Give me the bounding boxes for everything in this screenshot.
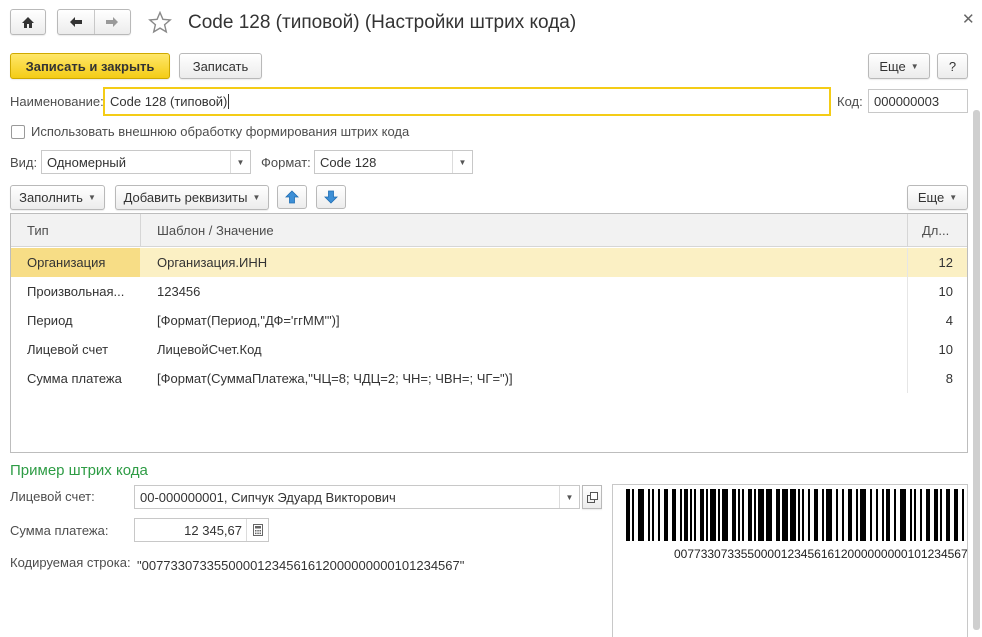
arrow-left-icon [69, 17, 82, 27]
encoded-label: Кодируемая строка: [10, 555, 131, 570]
add-attributes-button[interactable]: Добавить реквизиты ▼ [115, 185, 269, 210]
cell-type[interactable]: Произвольная... [27, 284, 124, 299]
table-row[interactable]: Произвольная... 123456 10 [11, 277, 967, 306]
arrow-up-icon [285, 190, 299, 204]
text-cursor [228, 94, 230, 109]
column-divider [907, 306, 908, 335]
cell-template[interactable]: [Формат(Период,"ДФ='ггММ'")] [157, 313, 340, 328]
calculator-icon[interactable] [246, 519, 268, 541]
format-select-value: Code 128 [320, 154, 377, 170]
column-divider [907, 335, 908, 364]
home-icon [22, 16, 34, 28]
cell-length[interactable]: 4 [946, 313, 953, 328]
column-divider [907, 277, 908, 306]
open-window-icon [586, 491, 598, 503]
move-down-button[interactable] [316, 185, 346, 209]
cell-template[interactable]: ЛицевойСчет.Код [157, 342, 262, 357]
column-header-type[interactable]: Тип [27, 223, 49, 238]
cell-length[interactable]: 8 [946, 371, 953, 386]
chevron-down-icon[interactable]: ▼ [230, 151, 250, 173]
chevron-down-icon: ▼ [252, 193, 261, 202]
external-processing-checkbox[interactable] [11, 125, 25, 139]
external-processing-label: Использовать внешнюю обработку формирова… [31, 124, 410, 139]
code-input[interactable]: 000000003 [868, 89, 968, 113]
table-row[interactable]: Лицевой счет ЛицевойСчет.Код 10 [11, 335, 967, 364]
account-select-value: 00-000000001, Сипчук Эдуард Викторович [140, 489, 396, 505]
favorite-star-icon[interactable] [148, 10, 172, 37]
save-and-close-button[interactable]: Записать и закрыть [10, 53, 170, 79]
sum-input[interactable]: 12 345,67 [134, 518, 269, 542]
cell-type[interactable]: Период [27, 313, 73, 328]
table-row[interactable]: Сумма платежа [Формат(СуммаПлатежа,"ЧЦ=8;… [11, 364, 967, 393]
section-title: Пример штрих кода [10, 462, 148, 479]
column-divider [907, 214, 908, 247]
cell-type[interactable]: Лицевой счет [27, 342, 108, 357]
add-attributes-label: Добавить реквизиты [123, 190, 248, 205]
kind-select-value: Одномерный [47, 154, 127, 170]
chevron-down-icon: ▼ [87, 193, 96, 202]
account-select[interactable]: 00-000000001, Сипчук Эдуард Викторович ▼ [134, 485, 580, 509]
nav-back-forward [57, 9, 131, 35]
name-input[interactable]: Code 128 (типовой) [103, 87, 831, 116]
cell-template[interactable]: [Формат(СуммаПлатежа,"ЧЦ=8; ЧДЦ=2; ЧН=; … [157, 371, 513, 386]
format-label: Формат: [261, 155, 311, 170]
barcode-image [626, 489, 966, 541]
table-more-label: Еще [917, 190, 945, 205]
chevron-down-icon: ▼ [910, 61, 919, 71]
close-icon[interactable]: ✕ [962, 10, 975, 28]
kind-select[interactable]: Одномерный ▼ [41, 150, 251, 174]
column-header-length[interactable]: Дл... [922, 223, 949, 238]
column-divider [140, 214, 141, 247]
account-label: Лицевой счет: [10, 489, 95, 504]
open-account-button[interactable] [582, 485, 602, 509]
name-input-value: Code 128 (типовой) [110, 94, 228, 109]
cell-length[interactable]: 12 [939, 255, 953, 270]
move-up-button[interactable] [277, 185, 307, 209]
table-row[interactable]: Период [Формат(Период,"ДФ='ггММ'")] 4 [11, 306, 967, 335]
barcode-text: 0077330733550000123456161200000000010123… [674, 547, 968, 561]
cell-template[interactable]: 123456 [157, 284, 200, 299]
table-row[interactable]: Организация Организация.ИНН 12 [11, 248, 967, 277]
chevron-down-icon[interactable]: ▼ [452, 151, 472, 173]
cell-length[interactable]: 10 [939, 342, 953, 357]
kind-label: Вид: [10, 155, 38, 170]
cell-length[interactable]: 10 [939, 284, 953, 299]
home-button[interactable] [10, 9, 46, 35]
arrow-right-icon [106, 17, 119, 27]
code-label: Код: [837, 94, 863, 109]
help-button[interactable]: ? [937, 53, 968, 79]
fill-button[interactable]: Заполнить ▼ [10, 185, 105, 210]
name-label: Наименование: [10, 94, 104, 109]
cell-template[interactable]: Организация.ИНН [157, 255, 267, 270]
page-title: Code 128 (типовой) (Настройки штрих кода… [188, 12, 577, 33]
cell-type[interactable]: Сумма платежа [27, 371, 122, 386]
barcode-parts-table[interactable]: Тип Шаблон / Значение Дл... Организация О… [10, 213, 968, 453]
more-button-label: Еще [879, 58, 906, 74]
window-scrollbar[interactable] [973, 110, 980, 630]
column-header-template[interactable]: Шаблон / Значение [157, 223, 274, 238]
sum-input-value: 12 345,67 [184, 522, 242, 538]
format-select[interactable]: Code 128 ▼ [314, 150, 473, 174]
table-header: Тип Шаблон / Значение Дл... [11, 214, 967, 247]
encoded-value: "007733073355000012345616120000000001012… [137, 558, 465, 573]
arrow-down-icon [324, 190, 338, 204]
chevron-down-icon: ▼ [949, 193, 958, 202]
cell-type[interactable]: Организация [27, 255, 105, 270]
column-divider [907, 248, 908, 277]
fill-button-label: Заполнить [19, 190, 83, 205]
table-more-button[interactable]: Еще ▼ [907, 185, 968, 210]
sum-label: Сумма платежа: [10, 523, 109, 538]
back-button[interactable] [58, 10, 95, 34]
chevron-down-icon[interactable]: ▼ [559, 486, 579, 508]
save-button[interactable]: Записать [179, 53, 262, 79]
barcode-bar [964, 489, 966, 541]
more-button[interactable]: Еще ▼ [868, 53, 930, 79]
column-divider [907, 364, 908, 393]
forward-button[interactable] [95, 10, 131, 34]
